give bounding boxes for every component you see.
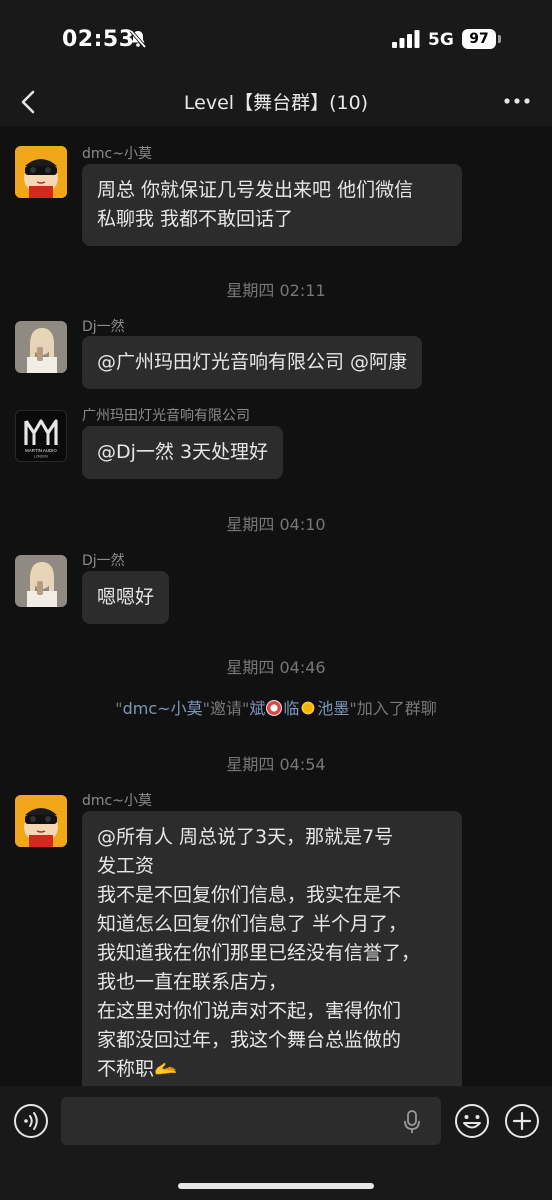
- chat-header: Level【舞台群】(10): [0, 78, 552, 126]
- battery-tip: [498, 35, 501, 43]
- status-bar: 02:53 5G 97: [0, 0, 552, 78]
- invitee-name-part: 临: [283, 699, 300, 718]
- avatar-dj-yiran[interactable]: [15, 555, 67, 607]
- logo-text: MARTIN AUDIO: [25, 448, 57, 453]
- invitee-name[interactable]: 斌临池墨: [249, 699, 349, 718]
- system-text: ": [115, 699, 123, 718]
- message-list[interactable]: dmc~小莫 周总 你就保证几号发出来吧 他们微信 私聊我 我都不敢回话了 星期…: [0, 126, 552, 1086]
- battery-level: 97: [462, 29, 496, 49]
- sender-name: dmc~小莫: [82, 793, 152, 809]
- network-type: 5G: [428, 30, 454, 50]
- system-text: "邀请": [202, 699, 250, 718]
- system-text: "加入了群聊: [349, 699, 437, 718]
- flower-emoji-icon: [266, 700, 283, 716]
- system-message: "dmc~小莫"邀请"斌临池墨"加入了群聊: [0, 695, 552, 719]
- emoji-icon[interactable]: [454, 1103, 490, 1139]
- message-text: 我知道我在你们那里已经没有信誉了，: [97, 942, 421, 964]
- timestamp: 星期四 02:11: [226, 281, 326, 300]
- bell-muted-icon: [129, 29, 147, 49]
- message-bubble[interactable]: @所有人 周总说了3天，那就是7号 发工资 我不是不回复你们信息，我实在是不 知…: [82, 811, 462, 1086]
- microphone-icon[interactable]: [402, 1110, 422, 1134]
- message-bubble[interactable]: 嗯嗯好: [82, 571, 170, 624]
- sender-name: 广州玛田灯光音响有限公司: [82, 408, 250, 424]
- message-bubble[interactable]: @广州玛田灯光音响有限公司 @阿康: [82, 336, 423, 389]
- status-time: 02:53: [62, 27, 135, 52]
- timestamp: 星期四 04:46: [226, 658, 326, 677]
- message-text: 发工资: [97, 855, 155, 877]
- message-input[interactable]: [61, 1097, 441, 1145]
- message-text: @Dj一然 3天处理好: [97, 441, 269, 463]
- sender-name: Dj一然: [82, 553, 125, 569]
- logo-subtext: LONDON: [34, 455, 48, 459]
- more-options-icon[interactable]: [500, 86, 534, 116]
- message-bubble[interactable]: @Dj一然 3天处理好: [82, 426, 284, 479]
- sun-emoji-icon: [300, 700, 317, 716]
- voice-input-icon[interactable]: [13, 1103, 49, 1139]
- avatar-dj-yiran[interactable]: [15, 321, 67, 373]
- message-text: @广州玛田灯光音响有限公司 @阿康: [97, 351, 408, 373]
- avatar-martin-audio[interactable]: MARTIN AUDIO LONDON: [15, 410, 67, 462]
- message-text: 知道怎么回复你们信息了 半个月了，: [97, 913, 408, 935]
- plus-icon[interactable]: [504, 1103, 540, 1139]
- timestamp: 星期四 04:10: [226, 515, 326, 534]
- avatar-dmc-xiaomo[interactable]: [15, 795, 67, 847]
- message-text: 家都没回过年，我这个舞台总监做的: [97, 1029, 402, 1051]
- message-text: 不称职🫴: [97, 1058, 178, 1080]
- avatar-dmc-xiaomo[interactable]: [15, 146, 67, 198]
- home-indicator[interactable]: [178, 1183, 374, 1189]
- message-text: 我不是不回复你们信息，我实在是不: [97, 884, 402, 906]
- invitee-name-part: 池墨: [317, 699, 350, 718]
- message-text: 嗯嗯好: [97, 586, 155, 608]
- chat-title: Level【舞台群】(10): [183, 92, 369, 114]
- signal-icon: [392, 30, 420, 48]
- message-text: 私聊我 我都不敢回话了: [97, 208, 294, 230]
- message-text: 我也一直在联系店方，: [97, 971, 288, 993]
- message-text: @所有人 周总说了3天，那就是7号: [97, 826, 394, 848]
- invitee-name-part: 斌: [249, 699, 266, 718]
- message-text: 周总 你就保证几号发出来吧 他们微信: [97, 179, 414, 201]
- message-bubble[interactable]: 周总 你就保证几号发出来吧 他们微信 私聊我 我都不敢回话了: [82, 164, 462, 246]
- sender-name: dmc~小莫: [82, 146, 152, 162]
- sender-name: Dj一然: [82, 319, 125, 335]
- inviter-name[interactable]: dmc~小莫: [123, 699, 203, 718]
- martin-audio-logo: MARTIN AUDIO LONDON: [16, 411, 66, 461]
- timestamp: 星期四 04:54: [226, 755, 326, 774]
- message-text: 在这里对你们说声对不起，害得你们: [97, 1000, 402, 1022]
